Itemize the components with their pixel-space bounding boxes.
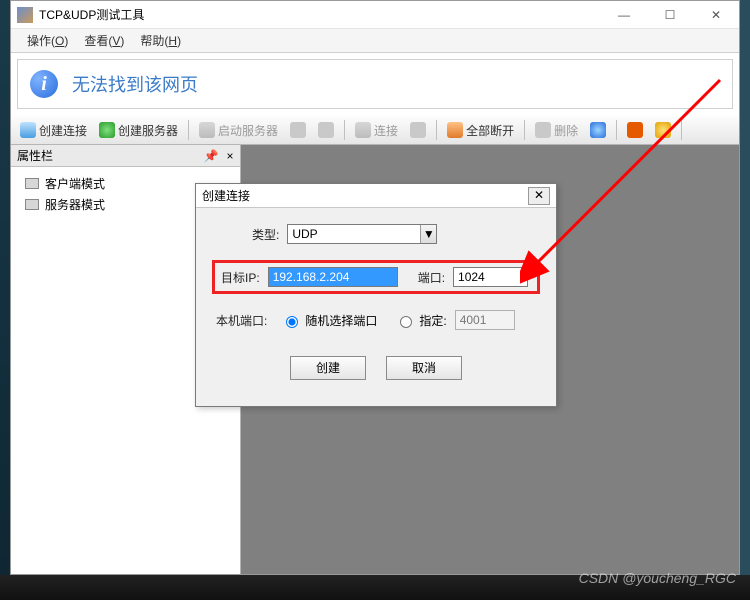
disconnect-icon xyxy=(410,122,426,138)
port-input[interactable] xyxy=(453,267,528,287)
chevron-down-icon[interactable]: ▼ xyxy=(420,225,436,243)
maximize-button[interactable]: ☐ xyxy=(647,1,693,29)
type-select[interactable]: ▼ xyxy=(287,224,437,244)
target-ip-label: 目标IP: xyxy=(221,269,260,286)
disconnect-all-icon xyxy=(447,122,463,138)
tree-item-label: 客户端模式 xyxy=(45,175,105,192)
pin-icon[interactable]: 📌 xyxy=(202,149,220,163)
properties-header: 属性栏 📌 × xyxy=(11,145,240,167)
tb-stop-server[interactable] xyxy=(285,120,311,140)
info-text: 无法找到该网页 xyxy=(72,71,198,97)
tb-start-server[interactable]: 启动服务器 xyxy=(194,120,283,141)
stop-icon xyxy=(627,122,643,138)
create-button[interactable]: 创建 xyxy=(290,356,366,380)
menu-view[interactable]: 查看(V) xyxy=(78,30,130,51)
menu-help[interactable]: 帮助(H) xyxy=(134,30,187,51)
local-port-label: 本机端口: xyxy=(216,312,267,329)
type-label: 类型: xyxy=(252,226,279,243)
server-icon xyxy=(99,122,115,138)
target-ip-input[interactable] xyxy=(268,267,398,287)
tb-disconnect[interactable] xyxy=(405,120,431,140)
window-title: TCP&UDP测试工具 xyxy=(39,6,601,23)
menubar: 操作(O) 查看(V) 帮助(H) xyxy=(11,29,739,53)
tb-help[interactable] xyxy=(650,120,676,140)
info-icon: i xyxy=(30,70,58,98)
app-icon xyxy=(17,7,33,23)
dialog-title: 创建连接 xyxy=(202,187,528,204)
help-icon xyxy=(655,122,671,138)
radio-specify[interactable]: 指定: xyxy=(395,312,446,329)
cancel-button[interactable]: 取消 xyxy=(386,356,462,380)
watermark: CSDN @youcheng_RGC xyxy=(579,570,736,586)
connect-icon xyxy=(355,122,371,138)
stop-server-icon xyxy=(290,122,306,138)
dialog-close-button[interactable]: ✕ xyxy=(528,187,550,205)
radio-random[interactable]: 随机选择端口 xyxy=(281,312,377,329)
delete-icon xyxy=(535,122,551,138)
tb-create-server[interactable]: 创建服务器 xyxy=(94,120,183,141)
minimize-button[interactable]: — xyxy=(601,1,647,29)
port-label: 端口: xyxy=(418,269,445,286)
separator xyxy=(436,120,437,140)
toolbar: 创建连接 创建服务器 启动服务器 连接 全部断开 删除 xyxy=(11,115,739,145)
info-banner: i 无法找到该网页 xyxy=(17,59,733,109)
separator xyxy=(681,120,682,140)
separator xyxy=(616,120,617,140)
tb-stop[interactable] xyxy=(622,120,648,140)
radio-specify-input[interactable] xyxy=(400,316,412,328)
separator xyxy=(344,120,345,140)
separator xyxy=(524,120,525,140)
node-icon xyxy=(25,199,39,210)
specify-port-input xyxy=(455,310,515,330)
target-row-highlight: 目标IP: 端口: xyxy=(212,260,540,294)
desktop-bg-left xyxy=(0,0,10,600)
create-connection-dialog: 创建连接 ✕ 类型: ▼ 目标IP: 端口: 本机端口: 随机选择端口 指定: xyxy=(195,183,557,407)
node-icon xyxy=(25,178,39,189)
options-icon xyxy=(590,122,606,138)
tree-item-label: 服务器模式 xyxy=(45,196,105,213)
radio-random-input[interactable] xyxy=(286,316,298,328)
radio-random-label: 随机选择端口 xyxy=(305,312,377,329)
tb-create-connection[interactable]: 创建连接 xyxy=(15,120,92,141)
start-icon xyxy=(199,122,215,138)
separator xyxy=(188,120,189,140)
type-value[interactable] xyxy=(287,224,437,244)
tb-connect[interactable]: 连接 xyxy=(350,120,403,141)
tb-delete[interactable]: 删除 xyxy=(530,120,583,141)
dialog-titlebar: 创建连接 ✕ xyxy=(196,184,556,208)
panel-close-button[interactable]: × xyxy=(220,149,240,163)
tb-delete-server[interactable] xyxy=(313,120,339,140)
titlebar: TCP&UDP测试工具 — ☐ ✕ xyxy=(11,1,739,29)
tb-disconnect-all[interactable]: 全部断开 xyxy=(442,120,519,141)
tb-options[interactable] xyxy=(585,120,611,140)
menu-operate[interactable]: 操作(O) xyxy=(21,30,74,51)
connection-icon xyxy=(20,122,36,138)
properties-title: 属性栏 xyxy=(17,147,53,164)
radio-specify-label: 指定: xyxy=(419,312,446,329)
close-button[interactable]: ✕ xyxy=(693,1,739,29)
delete-server-icon xyxy=(318,122,334,138)
